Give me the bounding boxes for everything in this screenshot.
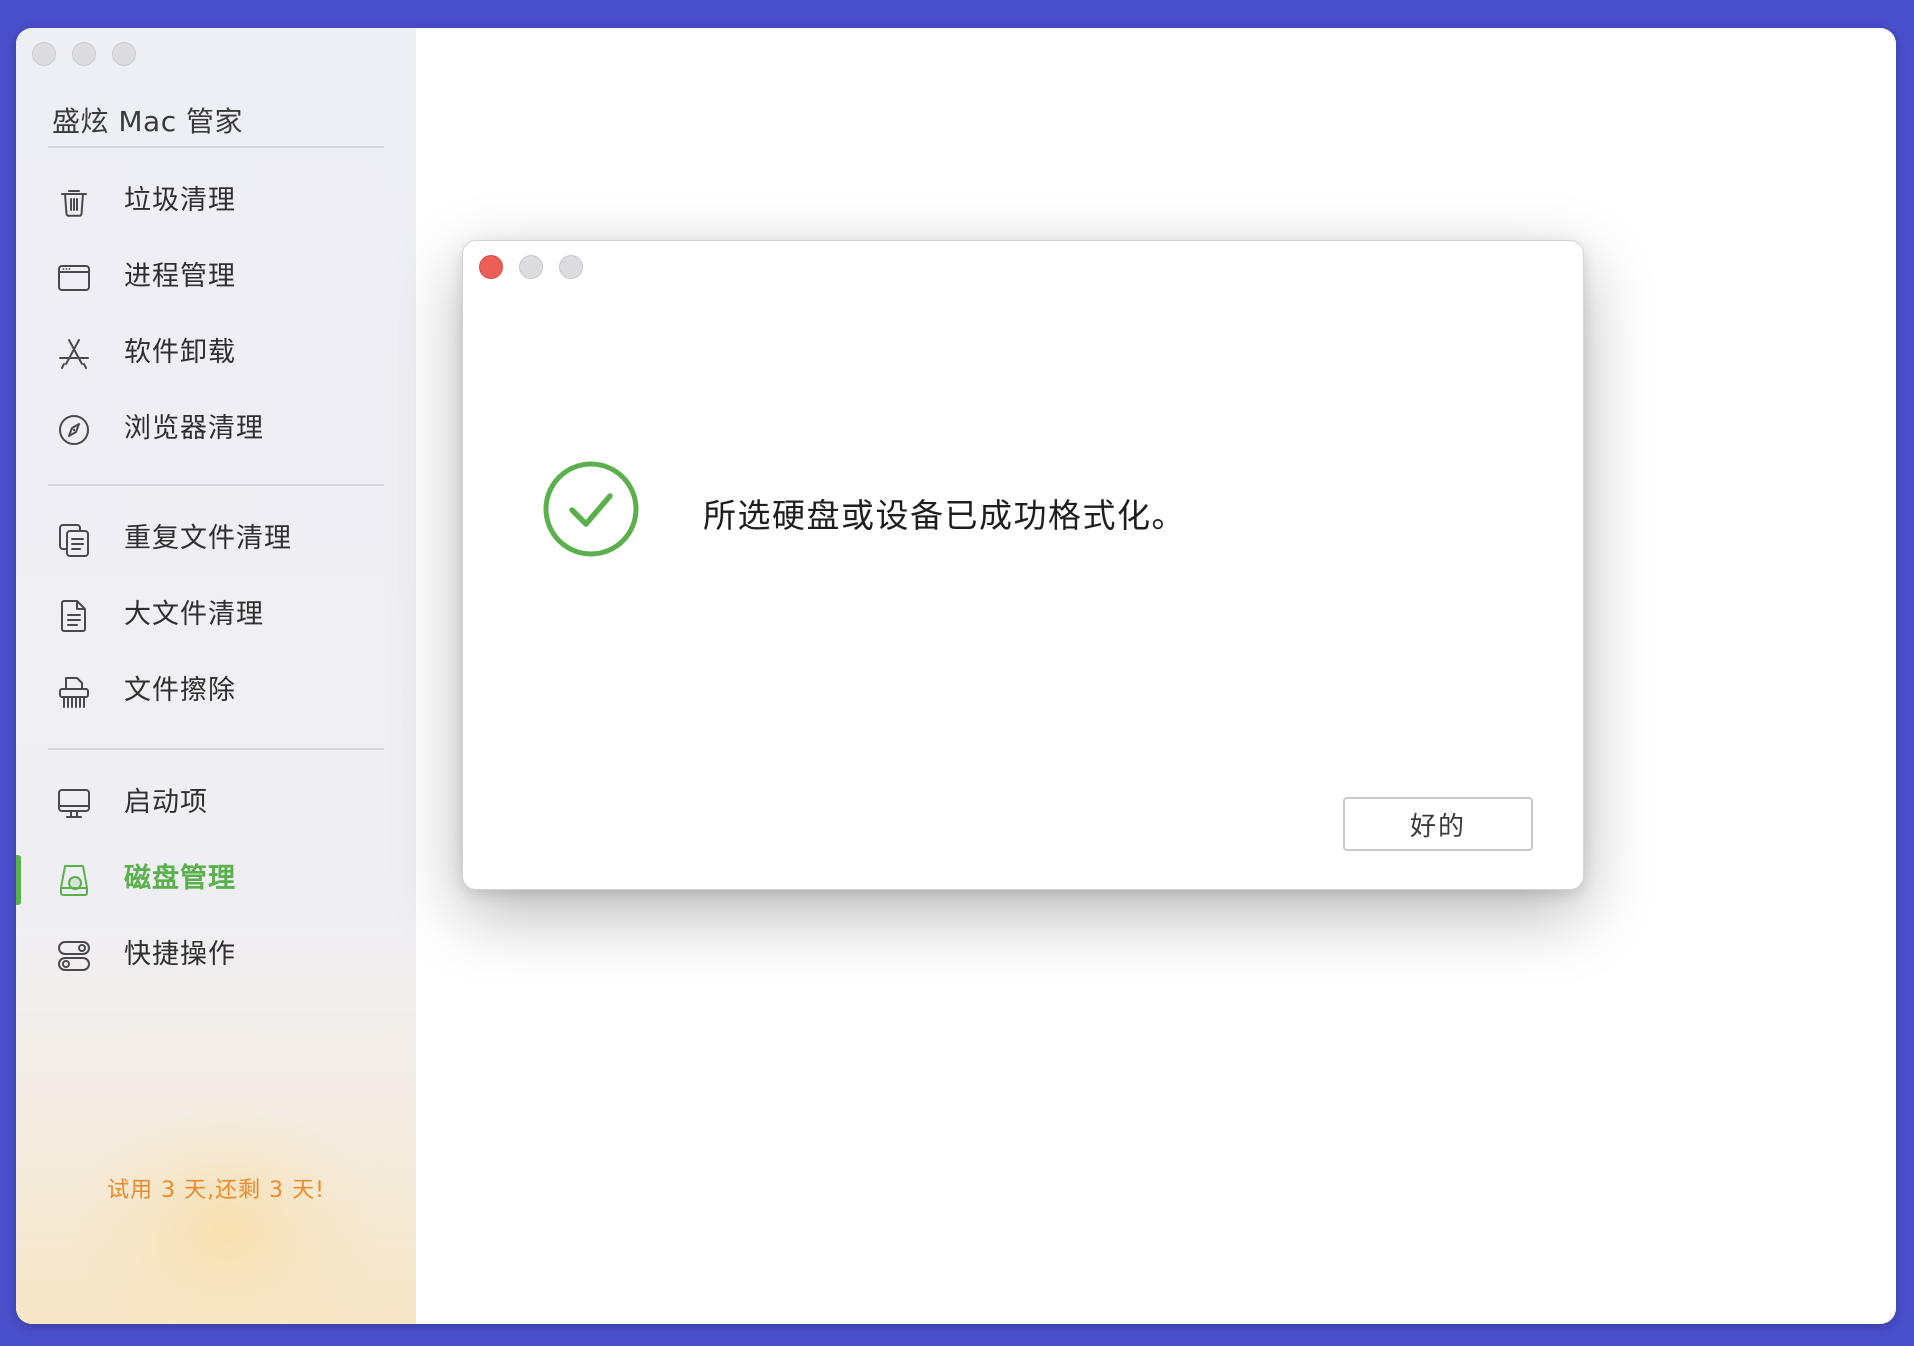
sidebar-item-disk-management[interactable]: 磁盘管理 (16, 849, 416, 909)
sidebar-item-label: 快捷操作 (124, 939, 236, 970)
zoom-window-button[interactable] (112, 42, 136, 66)
compass-icon (56, 412, 92, 448)
sidebar-divider (48, 484, 384, 486)
sidebar-item-label: 浏览器清理 (124, 413, 264, 444)
sidebar-item-label: 启动项 (124, 787, 208, 818)
sidebar-item-startup-items[interactable]: 启动项 (16, 773, 416, 833)
window-controls (32, 42, 136, 66)
sidebar-item-label: 软件卸载 (124, 337, 236, 368)
toggles-icon (56, 938, 92, 974)
disk-icon (56, 862, 92, 898)
dialog-window-controls (479, 255, 583, 279)
close-window-button[interactable] (32, 42, 56, 66)
sidebar-item-file-shred[interactable]: 文件擦除 (16, 661, 416, 721)
active-indicator (16, 855, 21, 905)
sidebar-item-label: 进程管理 (124, 261, 236, 292)
sidebar-item-browser-cleanup[interactable]: 浏览器清理 (16, 399, 416, 459)
sidebar-item-process-management[interactable]: 进程管理 (16, 247, 416, 307)
sidebar-item-duplicate-files[interactable]: 重复文件清理 (16, 509, 416, 569)
document-icon (56, 598, 92, 634)
sidebar-item-label: 重复文件清理 (124, 523, 292, 554)
trash-icon (56, 184, 92, 220)
app-store-icon (56, 336, 92, 372)
monitor-icon (56, 786, 92, 822)
sidebar: 盛炫 Mac 管家 垃圾清理 进程管理 软件卸载 浏览器清理 重复文件清理 大文… (16, 28, 416, 1324)
sidebar-glow (76, 1108, 376, 1324)
dialog-zoom-button[interactable] (559, 255, 583, 279)
window-icon (56, 260, 92, 296)
sidebar-item-label: 大文件清理 (124, 599, 264, 630)
sidebar-divider (48, 146, 384, 148)
dialog-message: 所选硬盘或设备已成功格式化。 (703, 496, 1186, 535)
sidebar-item-app-uninstall[interactable]: 软件卸载 (16, 323, 416, 383)
trial-notice[interactable]: 试用 3 天,还剩 3 天! (16, 1172, 416, 1204)
sidebar-item-quick-actions[interactable]: 快捷操作 (16, 925, 416, 985)
success-dialog: 所选硬盘或设备已成功格式化。 好的 (462, 240, 1584, 890)
sidebar-item-junk-cleanup[interactable]: 垃圾清理 (16, 171, 416, 231)
success-check-icon (543, 461, 639, 557)
sidebar-item-large-files[interactable]: 大文件清理 (16, 585, 416, 645)
sidebar-divider (48, 748, 384, 750)
sidebar-item-label: 磁盘管理 (124, 863, 236, 894)
sidebar-item-label: 文件擦除 (124, 675, 236, 706)
dialog-close-button[interactable] (479, 255, 503, 279)
app-window: 盛炫 Mac 管家 垃圾清理 进程管理 软件卸载 浏览器清理 重复文件清理 大文… (16, 28, 1896, 1324)
sidebar-item-label: 垃圾清理 (124, 185, 236, 216)
shredder-icon (56, 674, 92, 710)
app-title: 盛炫 Mac 管家 (52, 105, 244, 138)
duplicate-files-icon (56, 522, 92, 558)
ok-button[interactable]: 好的 (1343, 797, 1533, 851)
dialog-minimize-button[interactable] (519, 255, 543, 279)
minimize-window-button[interactable] (72, 42, 96, 66)
